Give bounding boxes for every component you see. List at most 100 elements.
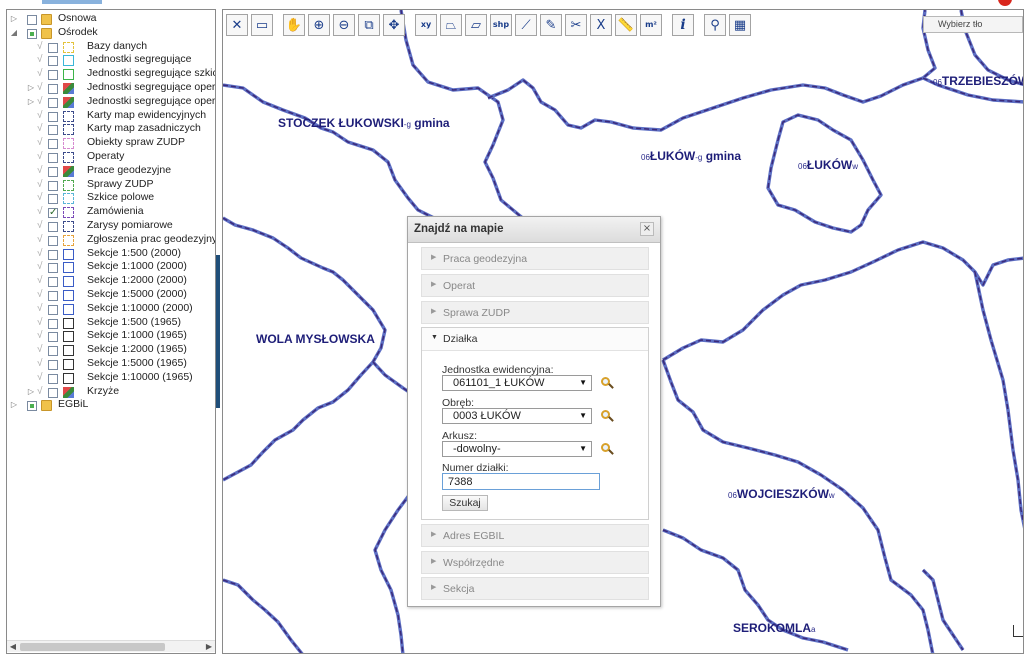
layer-checkbox[interactable] [48, 263, 58, 274]
layer-checkbox[interactable] [48, 290, 58, 301]
layer-checkbox[interactable] [27, 28, 37, 39]
scroll-right-icon[interactable]: ▶ [203, 641, 215, 653]
layer-checkbox[interactable] [27, 15, 37, 25]
expand-toggle-icon[interactable]: ◢ [10, 26, 18, 40]
panel-splitter[interactable] [216, 255, 220, 408]
search-button[interactable]: Szukaj [442, 495, 488, 511]
sheet-select[interactable]: -dowolny- ▼ [442, 441, 592, 457]
parcel-number-input[interactable] [442, 473, 600, 490]
accordion-sprawa-zudp[interactable]: ▶ Sprawa ZUDP [421, 301, 649, 324]
cut-icon[interactable]: ✂ [565, 14, 587, 36]
accordion-wspolrzedne[interactable]: ▶ Współrzędne [421, 551, 649, 574]
tree-item[interactable]: √ Szkice polowe [7, 191, 215, 205]
pin-icon[interactable]: ⚲ [704, 14, 726, 36]
tree-item[interactable]: √ Bazy danych [7, 40, 215, 54]
expand-toggle-icon[interactable]: ▷ [27, 385, 35, 399]
accordion-praca-geodezyjna[interactable]: ▶ Praca geodezyjna [421, 247, 649, 270]
expand-toggle-icon[interactable]: ▷ [10, 398, 18, 412]
tree-item[interactable]: ◢ Ośrodek [7, 26, 215, 40]
scroll-left-icon[interactable]: ◀ [7, 641, 19, 653]
tree-item[interactable]: √ Sekcje 1:2000 (2000) [7, 274, 215, 288]
delete-x-icon[interactable]: X [590, 14, 612, 36]
layer-checkbox[interactable] [48, 249, 58, 260]
expand-toggle-icon[interactable]: ▷ [27, 95, 35, 109]
tree-item[interactable]: √ Zgłoszenia prac geodezyjnych [7, 233, 215, 247]
tree-item[interactable]: √ Jednostki segregujące [7, 53, 215, 67]
layer-checkbox[interactable] [48, 83, 58, 94]
layer-checkbox[interactable] [48, 42, 58, 53]
tree-item[interactable]: ▷ √ Jednostki segregujące operat [7, 81, 215, 95]
zoom-out-icon[interactable]: ⊖ [333, 14, 355, 36]
notification-badge[interactable] [998, 0, 1012, 6]
layer-checkbox[interactable] [48, 194, 58, 205]
layer-checkbox[interactable] [27, 401, 37, 412]
layer-checkbox[interactable] [48, 332, 58, 343]
scrollbar-thumb[interactable] [20, 643, 165, 651]
coordinates-xy-icon[interactable]: xy [415, 14, 437, 36]
layer-checkbox[interactable] [48, 318, 58, 329]
accordion-sekcja[interactable]: ▶ Sekcja [421, 577, 649, 600]
layer-checkbox[interactable] [48, 359, 58, 370]
layer-checkbox[interactable] [48, 346, 58, 357]
tree-item[interactable]: √ Sekcje 1:500 (1965) [7, 316, 215, 330]
pan-hand-icon[interactable]: ✋ [283, 14, 305, 36]
expand-toggle-icon[interactable]: ▷ [10, 12, 18, 26]
layer-checkbox[interactable] [48, 206, 58, 220]
tree-item[interactable]: √ Zarysy pomiarowe [7, 219, 215, 233]
background-select[interactable]: Wybierz tło [923, 16, 1023, 33]
tree-item[interactable]: ▷ √ Krzyże [7, 385, 215, 399]
tree-item[interactable]: √ Sekcje 1:5000 (2000) [7, 288, 215, 302]
tree-item[interactable]: √ Obiekty spraw ZUDP [7, 136, 215, 150]
layer-checkbox[interactable] [48, 387, 58, 398]
unit-select[interactable]: 061101_1 ŁUKÓW ▼ [442, 375, 592, 391]
tree-horizontal-scrollbar[interactable]: ◀ ▶ [7, 640, 215, 652]
layer-checkbox[interactable] [48, 235, 58, 246]
tree-item[interactable]: √ Sprawy ZUDP [7, 178, 215, 192]
measure-area-icon[interactable]: m² [640, 14, 662, 36]
precinct-select[interactable]: 0003 ŁUKÓW ▼ [442, 408, 592, 424]
close-icon[interactable]: × [640, 222, 654, 236]
tree-item[interactable]: √ Prace geodezyjne [7, 164, 215, 178]
tree-item[interactable]: √ Jednostki segregujące szkiców [7, 67, 215, 81]
tree-item[interactable]: √ Sekcje 1:1000 (1965) [7, 329, 215, 343]
edit-pencil-icon[interactable]: ✎ [540, 14, 562, 36]
tree-item[interactable]: √ Sekcje 1:10000 (2000) [7, 302, 215, 316]
tree-item[interactable]: √ Karty map zasadniczych [7, 122, 215, 136]
tree-item[interactable]: ▷ √ Jednostki segregujące operat [7, 95, 215, 109]
layer-checkbox[interactable] [48, 221, 58, 232]
rectangle-icon[interactable]: ▱ [465, 14, 487, 36]
layer-checkbox[interactable] [48, 56, 58, 67]
search-icon[interactable] [600, 376, 614, 390]
layer-checkbox[interactable] [48, 304, 58, 315]
layer-checkbox[interactable] [48, 70, 58, 81]
dialog-header[interactable]: Znajdź na mapie × [408, 217, 660, 243]
search-icon[interactable] [600, 409, 614, 423]
full-extent-icon[interactable]: ✥ [383, 14, 405, 36]
tree-item[interactable]: √ Zamówienia [7, 205, 215, 220]
info-icon[interactable]: i [672, 14, 694, 36]
layer-checkbox[interactable] [48, 166, 58, 177]
tree-item[interactable]: √ Sekcje 1:2000 (1965) [7, 343, 215, 357]
layer-checkbox[interactable] [48, 180, 58, 191]
tree-item[interactable]: √ Sekcje 1:10000 (1965) [7, 371, 215, 385]
layer-checkbox[interactable] [48, 125, 58, 136]
tree-item[interactable]: ▷ Osnowa [7, 12, 215, 26]
layer-checkbox[interactable] [48, 97, 58, 108]
accordion-dzialka[interactable]: ▼ Działka [422, 328, 648, 351]
grid-layer-icon[interactable]: ▦ [729, 14, 751, 36]
zoom-box-icon[interactable]: ⧉ [358, 14, 380, 36]
expand-toggle-icon[interactable]: ▷ [27, 81, 35, 95]
tree-item[interactable]: √ Sekcje 1:1000 (2000) [7, 260, 215, 274]
search-icon[interactable] [600, 442, 614, 456]
shp-icon[interactable]: shp [490, 14, 512, 36]
layer-checkbox[interactable] [48, 373, 58, 384]
tree-item[interactable]: √ Karty map ewidencyjnych [7, 109, 215, 123]
clear-icon[interactable]: ✕ [226, 14, 248, 36]
accordion-adres-egbil[interactable]: ▶ Adres EGBIL [421, 524, 649, 547]
polyline-icon[interactable]: ⟋ [515, 14, 537, 36]
measure-length-icon[interactable]: 📏 [615, 14, 637, 36]
tree-item[interactable]: ▷ EGBiL [7, 398, 215, 412]
layer-checkbox[interactable] [48, 152, 58, 163]
layer-checkbox[interactable] [48, 277, 58, 288]
polygon-icon[interactable]: ⏢ [440, 14, 462, 36]
